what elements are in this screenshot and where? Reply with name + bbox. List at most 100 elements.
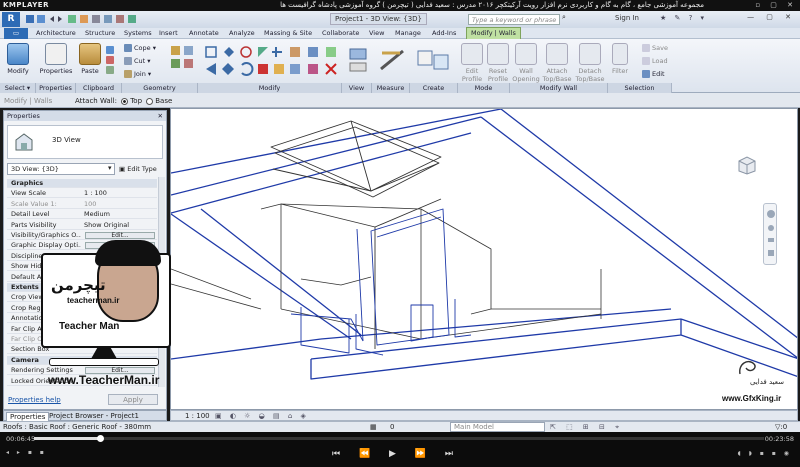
- match-icon[interactable]: [106, 66, 114, 74]
- worksharing-icon[interactable]: ▦: [370, 423, 377, 431]
- tab-properties[interactable]: Properties: [6, 412, 50, 421]
- gfx-site: www.GfxKing.ir: [722, 394, 782, 403]
- geometry-extra-icons[interactable]: [170, 45, 196, 75]
- property-value[interactable]: Medium: [84, 210, 156, 219]
- quick-access-toolbar[interactable]: [24, 14, 144, 24]
- tab-structure[interactable]: Structure: [85, 28, 115, 39]
- quick-access-icons[interactable]: [24, 14, 144, 24]
- property-value[interactable]: 100: [84, 200, 156, 209]
- tab-massing-site[interactable]: Massing & Site: [264, 28, 312, 39]
- view-control-icons[interactable]: ▣ ◐ ☼ ◒ ▤ ⌂ ◈: [215, 412, 309, 420]
- ribbon-tabs: ▭ Architecture Structure Systems Insert …: [0, 27, 800, 39]
- player-right-icons[interactable]: ◖ ◗ ▪ ▪ ◉: [738, 450, 792, 457]
- player-left-icons[interactable]: ◂ ▸ ▪ ▪: [6, 449, 47, 456]
- property-row[interactable]: Scale Value 1: 100: [7, 200, 157, 209]
- player-window-buttons[interactable]: ▫ ▢ ✕: [755, 1, 797, 9]
- help-tools[interactable]: ★ ✎ ? ▾: [660, 14, 707, 22]
- reset-profile-button[interactable]: Reset Profile: [486, 43, 510, 83]
- binoculars-icon[interactable]: ⌕: [562, 13, 566, 22]
- wall-opening-button[interactable]: Wall Opening: [512, 43, 540, 83]
- property-key: Parts Visibility: [11, 220, 57, 229]
- load-label: Load: [652, 57, 668, 65]
- playback-buttons[interactable]: ⏮ ⏪ ▶ ⏩ ⏭: [332, 449, 461, 459]
- player-video-title: مجموعه آموزشی جامع ، گام به گام و کاربرد…: [280, 1, 704, 9]
- properties-button[interactable]: Properties: [38, 43, 74, 75]
- property-row[interactable]: View Scale 1 : 100: [7, 189, 157, 199]
- dormer-walls: [290, 208, 472, 356]
- navigation-bar[interactable]: [763, 203, 777, 265]
- instance-dropdown[interactable]: 3D View: {3D}: [7, 163, 115, 175]
- save-selection-button[interactable]: Save: [642, 43, 682, 53]
- property-group[interactable]: Graphics: [7, 179, 157, 188]
- selection-toggle-icons[interactable]: ⇱ ⬚ ⊞ ⊟ ⌖: [550, 423, 623, 432]
- gfx-name: سعید فدایی: [750, 378, 785, 386]
- measure-tools[interactable]: [378, 47, 408, 75]
- cope-icon: [124, 44, 132, 52]
- modify-tools[interactable]: [202, 43, 340, 81]
- modify-button[interactable]: Modify: [4, 43, 32, 75]
- edit-profile-button[interactable]: Edit Profile: [460, 43, 484, 83]
- type-selector[interactable]: 3D View: [7, 125, 163, 159]
- tab-insert[interactable]: Insert: [159, 28, 178, 39]
- logo-fa: تیچرمن: [51, 276, 106, 294]
- tab-add-ins[interactable]: Add-Ins: [432, 28, 456, 39]
- edit-type-button[interactable]: ▣ Edit Type: [119, 165, 157, 173]
- attach-label: Attach Top/Base: [542, 67, 572, 83]
- edit-selection-button[interactable]: Edit: [642, 69, 682, 79]
- revit-window-buttons[interactable]: — ▢ ✕: [747, 13, 796, 21]
- sign-in-button[interactable]: Sign In: [615, 14, 639, 22]
- tab-manage[interactable]: Manage: [395, 28, 421, 39]
- tab-collaborate[interactable]: Collaborate: [322, 28, 359, 39]
- panel-geometry: Geometry: [122, 83, 198, 93]
- view-scale[interactable]: 1 : 100: [185, 412, 210, 420]
- create-tools[interactable]: [414, 47, 454, 75]
- seek-handle[interactable]: [96, 435, 104, 442]
- tab-systems[interactable]: Systems: [124, 28, 152, 39]
- chevron-down-icon[interactable]: ▾: [108, 164, 112, 172]
- 3d-view-icon: [15, 133, 33, 151]
- detach-icon: [579, 43, 601, 65]
- property-value[interactable]: 1 : 100: [84, 189, 156, 198]
- copy-icon[interactable]: [106, 46, 114, 54]
- revit-logo-icon[interactable]: R: [2, 12, 20, 27]
- tab-modify-walls[interactable]: Modify | Walls: [466, 27, 521, 39]
- property-key: Detail Level: [11, 210, 50, 219]
- property-row[interactable]: Parts Visibility Show Original: [7, 221, 157, 230]
- load-selection-button[interactable]: Load: [642, 56, 682, 66]
- clipboard-icon: [79, 43, 101, 65]
- panel-select[interactable]: Select ▾: [0, 83, 36, 93]
- options-context: Modify | Walls: [4, 97, 53, 105]
- tab-architecture[interactable]: Architecture: [36, 28, 76, 39]
- close-icon[interactable]: ✕: [158, 111, 163, 121]
- tab-view[interactable]: View: [369, 28, 384, 39]
- instance-selector-bar: 3D View: {3D} ▾ ▣ Edit Type: [7, 163, 163, 175]
- search-input[interactable]: Type a keyword or phrase: [468, 14, 560, 25]
- active-model-dropdown[interactable]: Main Model: [450, 422, 545, 432]
- tab-analyze[interactable]: Analyze: [229, 28, 255, 39]
- tab-project-browser[interactable]: Project Browser - Project1: [46, 412, 142, 420]
- detach-top-base-button[interactable]: Detach Top/Base: [574, 43, 606, 83]
- property-row[interactable]: Detail Level Medium: [7, 210, 157, 220]
- panel-view: View: [342, 83, 372, 93]
- property-value[interactable]: Show Original: [84, 221, 156, 230]
- filter-button[interactable]: Filter: [610, 43, 630, 75]
- keyboard: [49, 358, 159, 366]
- roof-edge: [171, 109, 797, 380]
- properties-help-link[interactable]: Properties help: [8, 396, 61, 404]
- application-menu-tab[interactable]: ▭: [4, 28, 28, 39]
- cut-geometry-icon: [124, 57, 132, 65]
- paste-button[interactable]: Paste: [78, 43, 102, 75]
- property-key: Graphics: [11, 179, 44, 187]
- attach-top-base-button[interactable]: Attach Top/Base: [542, 43, 572, 83]
- apply-button[interactable]: Apply: [108, 394, 158, 405]
- radio-base[interactable]: [146, 97, 154, 105]
- filter-count[interactable]: ▽:0: [775, 423, 787, 431]
- clipboard-small-tools[interactable]: [106, 45, 124, 75]
- view-tools[interactable]: [348, 47, 370, 75]
- panel-modify-wall: Modify Wall: [510, 83, 608, 93]
- cut-icon[interactable]: [106, 56, 114, 64]
- radio-top[interactable]: [121, 97, 129, 105]
- seek-bar[interactable]: [34, 437, 764, 440]
- tab-annotate[interactable]: Annotate: [189, 28, 219, 39]
- viewcube[interactable]: [735, 155, 757, 175]
